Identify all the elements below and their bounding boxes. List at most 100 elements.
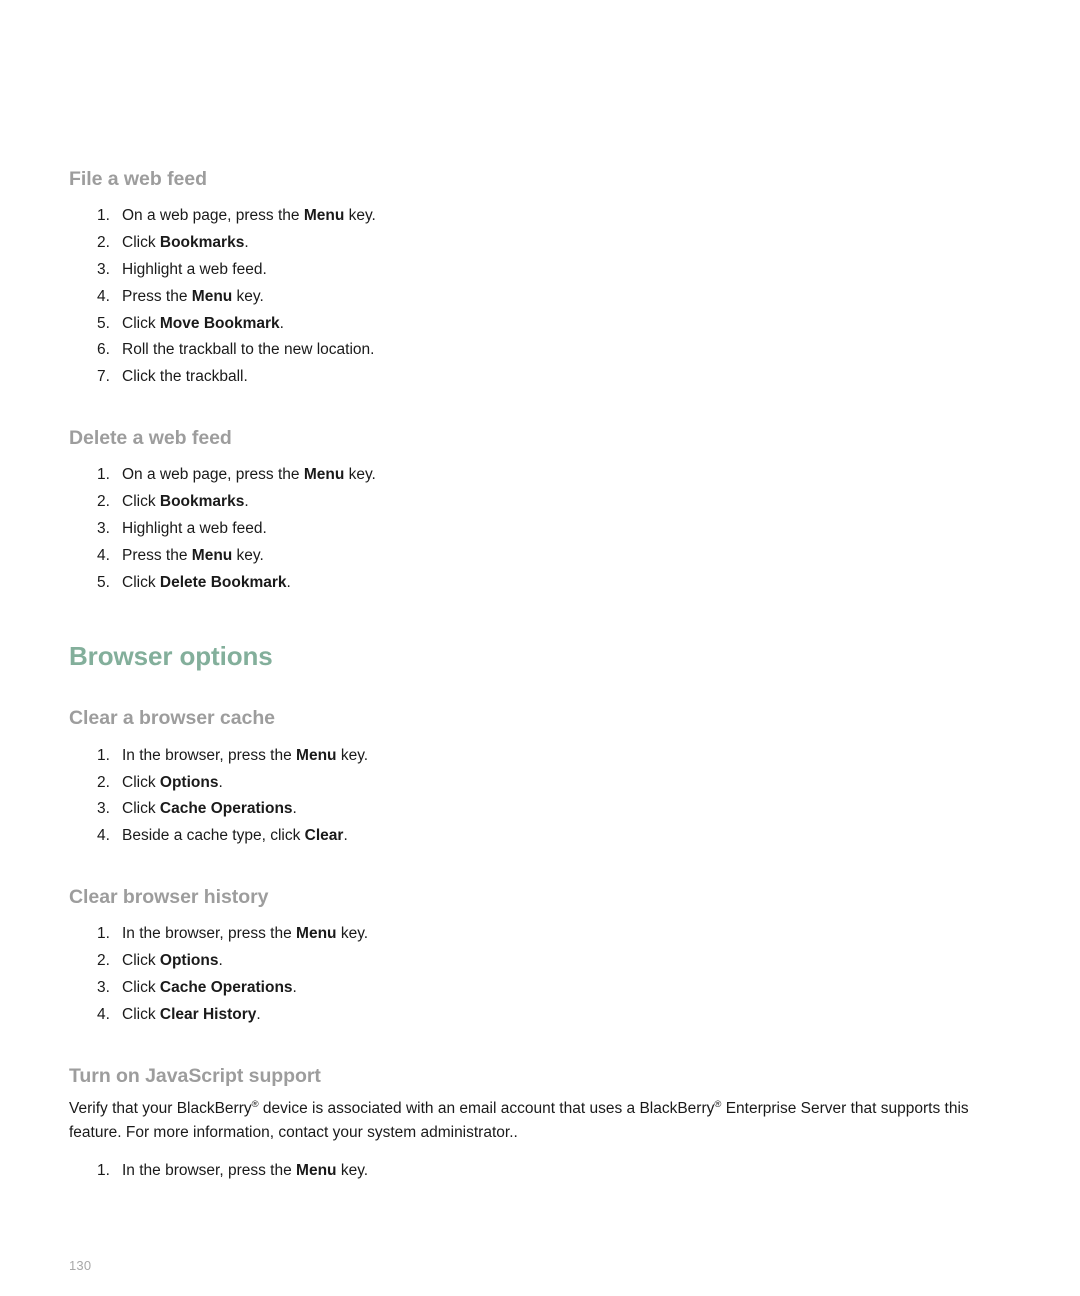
step-text-tail: . [256, 1005, 261, 1023]
list-item: Click Options. [69, 948, 989, 975]
step-text-tail: key. [336, 746, 369, 764]
step-text: Highlight a web feed. [122, 261, 267, 279]
procedure-steps: On a web page, press the Menu key. Click… [69, 203, 989, 391]
section-heading: File a web feed [69, 168, 207, 190]
step-text: Click [122, 1005, 160, 1023]
step-text-tail: key. [336, 925, 369, 943]
step-text: Press the [122, 546, 192, 564]
step-text: In the browser, press the [122, 1161, 297, 1179]
step-emphasis: Menu [296, 1161, 337, 1179]
step-text-tail: . [292, 978, 297, 996]
section-delete-a-web-feed: Delete a web feed On a web page, press t… [69, 427, 989, 596]
step-text: Click the trackball. [122, 368, 248, 386]
list-item: Click Bookmarks. [69, 230, 989, 257]
step-text: Click [122, 952, 160, 970]
list-item: In the browser, press the Menu key. [69, 1158, 989, 1185]
section-file-a-web-feed: File a web feed On a web page, press the… [69, 168, 989, 391]
step-text: Highlight a web feed. [122, 520, 267, 538]
list-item: On a web page, press the Menu key. [69, 203, 989, 230]
step-text: On a web page, press the [122, 466, 304, 484]
step-emphasis: Move Bookmark [159, 314, 280, 332]
step-text: Click [122, 314, 160, 332]
step-emphasis: Menu [296, 746, 337, 764]
step-text: In the browser, press the [122, 746, 297, 764]
procedure-steps: In the browser, press the Menu key. Clic… [69, 921, 989, 1028]
step-text: Beside a cache type, click [122, 827, 305, 845]
list-item: Highlight a web feed. [69, 516, 989, 543]
step-emphasis: Delete Bookmark [159, 573, 287, 591]
step-text: In the browser, press the [122, 925, 297, 943]
step-text: Roll the trackball to the new location. [122, 341, 375, 359]
step-text-tail: . [244, 493, 249, 511]
step-text: On a web page, press the [122, 207, 304, 225]
step-emphasis: Menu [296, 925, 337, 943]
step-emphasis: Options [159, 952, 219, 970]
section-heading: Clear a browser cache [69, 707, 275, 730]
registered-trademark-icon: ® [251, 1098, 259, 1110]
step-text-tail: . [343, 827, 348, 845]
step-text: Click [122, 573, 160, 591]
paragraph-part-1: Verify that your BlackBerry [69, 1099, 252, 1117]
list-item: In the browser, press the Menu key. [69, 743, 989, 770]
list-item: Press the Menu key. [69, 543, 989, 570]
list-item: In the browser, press the Menu key. [69, 921, 989, 948]
step-text: Click [122, 234, 160, 252]
step-text: Click [122, 773, 160, 791]
step-text-tail: . [218, 952, 223, 970]
step-emphasis: Cache Operations [159, 800, 293, 818]
procedure-steps: On a web page, press the Menu key. Click… [69, 462, 989, 596]
step-emphasis: Bookmarks [159, 234, 245, 252]
list-item: Click the trackball. [69, 364, 989, 391]
step-emphasis: Menu [191, 546, 233, 564]
step-text: Click [122, 493, 160, 511]
chapter-heading-block: Browser options [69, 642, 989, 672]
procedure-steps: In the browser, press the Menu key. [69, 1158, 989, 1185]
step-text-tail: . [279, 314, 284, 332]
list-item: Click Clear History. [69, 1002, 989, 1029]
section-paragraph: Verify that your BlackBerry® device is a… [69, 1097, 989, 1145]
page-number: 130 [69, 1258, 92, 1273]
step-text-tail: . [218, 773, 223, 791]
list-item: Click Options. [69, 770, 989, 797]
step-text-tail: key. [232, 546, 264, 564]
list-item: Click Delete Bookmark. [69, 570, 989, 597]
list-item: Click Move Bookmark. [69, 311, 989, 338]
step-emphasis: Clear History [159, 1005, 257, 1023]
step-text: Press the [122, 287, 192, 305]
step-emphasis: Options [159, 773, 219, 791]
step-text-tail: key. [344, 466, 376, 484]
list-item: Beside a cache type, click Clear. [69, 823, 989, 850]
page-title: Browser options [69, 641, 273, 672]
list-item: Click Cache Operations. [69, 796, 989, 823]
step-emphasis: Menu [303, 207, 345, 225]
step-text-tail: key. [336, 1161, 369, 1179]
section-heading: Turn on JavaScript support [69, 1064, 321, 1087]
step-emphasis: Menu [191, 287, 233, 305]
section-clear-a-browser-cache: Clear a browser cache In the browser, pr… [69, 707, 989, 850]
list-item: Highlight a web feed. [69, 257, 989, 284]
list-item: Roll the trackball to the new location. [69, 337, 989, 364]
step-text: Click [122, 800, 160, 818]
step-emphasis: Menu [303, 466, 345, 484]
step-text-tail: . [286, 573, 291, 591]
section-heading: Delete a web feed [69, 427, 232, 449]
step-text-tail: . [244, 234, 249, 252]
step-text-tail: key. [232, 287, 264, 305]
step-text-tail: . [292, 800, 297, 818]
step-text: Click [122, 978, 160, 996]
step-text-tail: key. [344, 207, 376, 225]
section-clear-browser-history: Clear browser history In the browser, pr… [69, 886, 989, 1029]
paragraph-part-2: device is associated with an email accou… [258, 1099, 715, 1117]
section-heading: Clear browser history [69, 885, 269, 908]
step-emphasis: Bookmarks [159, 493, 245, 511]
list-item: Click Bookmarks. [69, 489, 989, 516]
list-item: Click Cache Operations. [69, 975, 989, 1002]
list-item: On a web page, press the Menu key. [69, 462, 989, 489]
list-item: Press the Menu key. [69, 284, 989, 311]
section-turn-on-javascript-support: Turn on JavaScript support Verify that y… [69, 1065, 989, 1185]
procedure-steps: In the browser, press the Menu key. Clic… [69, 743, 989, 850]
step-emphasis: Clear [304, 827, 344, 845]
page-content: File a web feed On a web page, press the… [69, 168, 989, 1185]
document-page: File a web feed On a web page, press the… [0, 0, 1080, 1296]
step-emphasis: Cache Operations [159, 978, 293, 996]
